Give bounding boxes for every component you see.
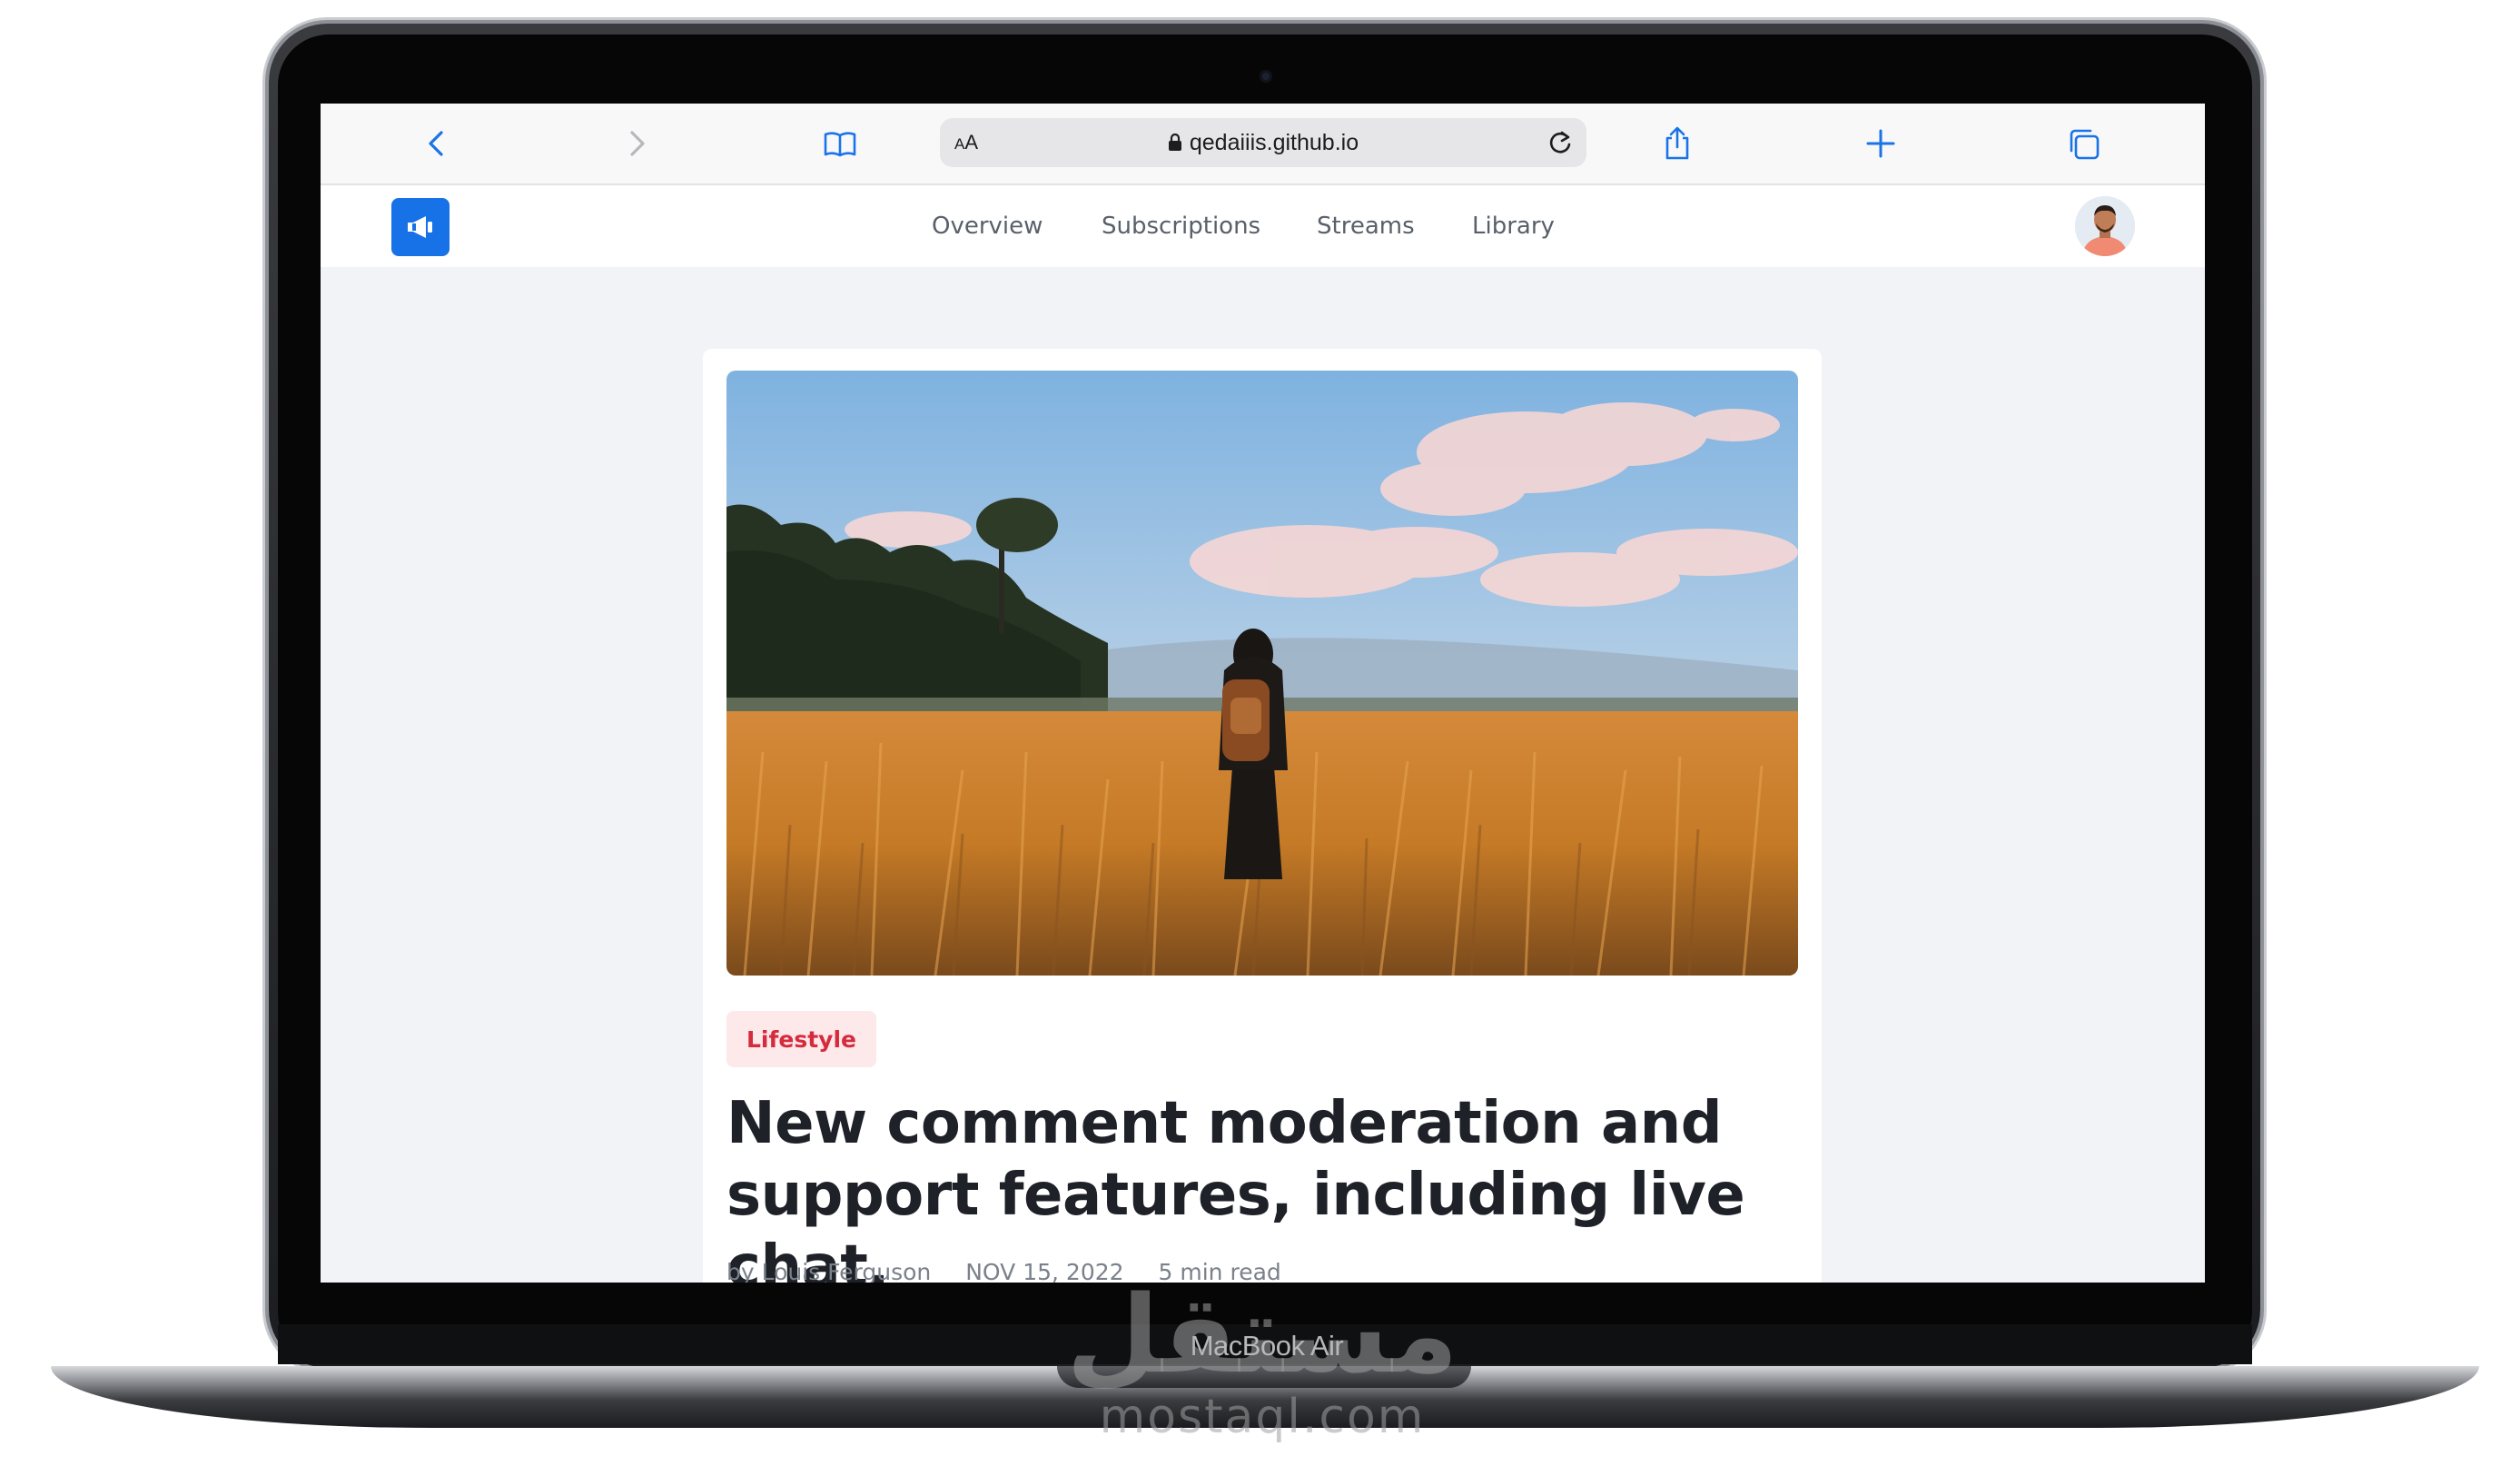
browser-toolbar: AAAA qedaiiis.github.io [321,104,2205,185]
bookmarks-button[interactable] [816,120,864,167]
new-tab-icon [1866,129,1895,158]
site-navbar: Overview Subscriptions Streams Library [321,185,2205,267]
nav-streams[interactable]: Streams [1317,213,1415,240]
watermark-latin: mostaql.com [1099,1390,1426,1444]
article-card[interactable]: Lifestyle New comment moderation and sup… [703,349,1822,1283]
megaphone-icon [408,216,432,238]
nav-library[interactable]: Library [1472,213,1555,240]
article-title-line1: New comment moderation and [726,1090,1723,1157]
site-logo[interactable] [391,198,450,256]
url-text: qedaiiis.github.io [1189,130,1359,155]
url-display: qedaiiis.github.io [940,130,1586,156]
article-date: NOV 15, 2022 [965,1259,1124,1283]
reload-icon[interactable] [1545,127,1576,158]
user-avatar-image [2075,196,2135,256]
tabs-icon [2070,129,2100,160]
article-hero-image [726,371,1798,976]
share-button[interactable] [1654,120,1701,167]
back-button[interactable] [413,120,460,167]
new-tab-button[interactable] [1857,120,1904,167]
forward-button[interactable] [613,120,660,167]
tabs-button[interactable] [2060,120,2107,167]
address-bar[interactable]: AAAA qedaiiis.github.io [940,118,1586,167]
category-badge[interactable]: Lifestyle [726,1011,876,1067]
field-photo [726,371,1798,976]
camera-icon [1260,70,1272,83]
back-icon [429,131,443,156]
bookmarks-icon [824,132,856,157]
device-label: MacBook Air [1190,1330,1344,1362]
article-meta: by Louis Ferguson NOV 15, 2022 5 min rea… [726,1259,1309,1283]
nav-subscriptions[interactable]: Subscriptions [1102,213,1260,240]
article-title[interactable]: New comment moderation and support featu… [726,1088,1798,1283]
avatar[interactable] [2075,196,2135,256]
article-author[interactable]: by Louis Ferguson [726,1259,931,1283]
lock-icon [1168,134,1181,151]
screen: AAAA qedaiiis.github.io Overview Subscri… [321,104,2205,1283]
share-icon [1665,126,1689,160]
nav-overview[interactable]: Overview [932,213,1043,240]
forward-icon [630,131,645,156]
article-read-time: 5 min read [1158,1259,1281,1283]
